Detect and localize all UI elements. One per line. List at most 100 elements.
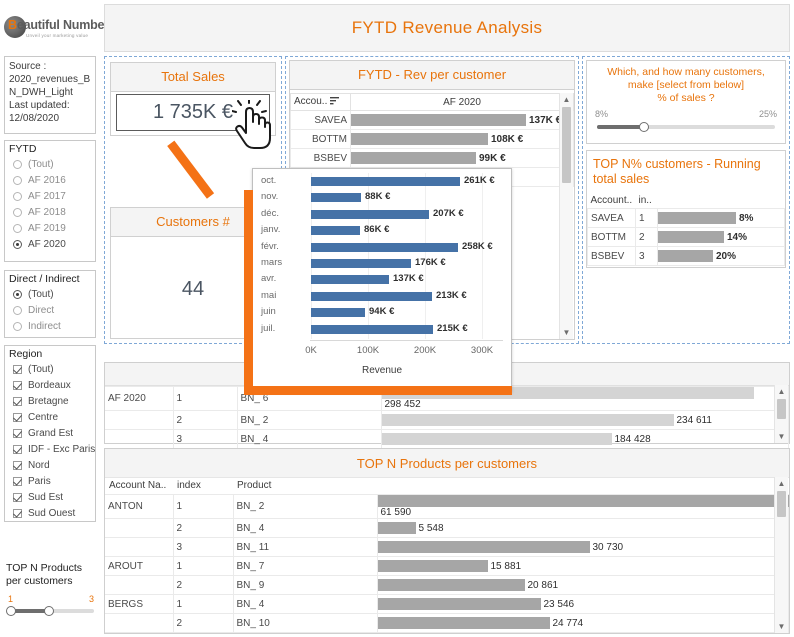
value-cell: 234 611 bbox=[380, 410, 789, 431]
table-row[interactable]: BSBEV 3 20% bbox=[587, 246, 785, 266]
index-cell: 2 bbox=[172, 613, 234, 633]
topn-products-slider[interactable]: TOP N Products per customers 1 3 bbox=[6, 562, 96, 617]
sort-icon[interactable] bbox=[330, 97, 340, 108]
table-row[interactable]: BOTTM 2 14% bbox=[587, 227, 785, 247]
slider-knob-low[interactable] bbox=[6, 606, 16, 616]
source-line: 12/08/2020 bbox=[9, 113, 60, 124]
filter-fytd-option-2019[interactable]: AF 2019 bbox=[5, 220, 95, 236]
chart-bar-row[interactable]: mai 213K € bbox=[253, 288, 511, 304]
rev-per-customer-scrollbar[interactable]: ▲ ▼ bbox=[559, 93, 573, 339]
rev-per-customer-title: FYTD - Rev per customer bbox=[290, 61, 574, 90]
bar-value: 137K € bbox=[529, 114, 562, 126]
value-cell: 23 546 bbox=[376, 594, 789, 615]
table-row[interactable]: 2 BN_ 9 20 861 bbox=[105, 575, 789, 596]
table-row[interactable]: BOTTM 108K € bbox=[290, 129, 574, 149]
filter-region-option-tout[interactable]: (Tout) bbox=[5, 361, 95, 377]
chart-bar-row[interactable]: févr. 258K € bbox=[253, 239, 511, 255]
chart-bar-row[interactable]: oct. 261K € bbox=[253, 173, 511, 189]
bottom-table-scrollbar[interactable]: ▲ ▼ bbox=[774, 477, 788, 633]
tooltip-monthly-revenue-chart: oct. 261K € nov. 88K € déc. 207K € janv.… bbox=[252, 168, 512, 392]
pct-slider-track[interactable] bbox=[595, 121, 777, 133]
bar-value: 99K € bbox=[479, 152, 506, 164]
col-account-header: Account Na.. bbox=[109, 480, 167, 491]
table-row[interactable]: ANTON 1 BN_ 2 61 590 bbox=[105, 494, 789, 520]
chart-bar-row[interactable]: déc. 207K € bbox=[253, 206, 511, 222]
filter-direct-option-tout[interactable]: (Tout) bbox=[5, 286, 95, 302]
chart-bar-row[interactable]: janv. 86K € bbox=[253, 222, 511, 238]
table-row[interactable]: 2 BN_ 4 5 548 bbox=[105, 518, 789, 539]
topn-slider-track[interactable] bbox=[6, 605, 96, 617]
dashboard-header: FYTD Revenue Analysis bbox=[104, 4, 790, 52]
account-cell bbox=[105, 613, 174, 633]
index-cell: 2 bbox=[635, 227, 658, 247]
table-row[interactable]: AROUT 1 BN_ 7 15 881 bbox=[105, 556, 789, 577]
filter-fytd-option-tout[interactable]: (Tout) bbox=[5, 156, 95, 172]
scroll-thumb[interactable] bbox=[777, 399, 786, 419]
table-row[interactable]: SAVEA 1 8% bbox=[587, 208, 785, 228]
value-cell: 30 730 bbox=[376, 537, 789, 558]
scroll-down-icon[interactable]: ▼ bbox=[560, 326, 573, 339]
filter-direct-option-indirect[interactable]: Indirect bbox=[5, 318, 95, 334]
filter-fytd-option-2018[interactable]: AF 2018 bbox=[5, 204, 95, 220]
filter-fytd-option-2017[interactable]: AF 2017 bbox=[5, 188, 95, 204]
filter-region-option-bretagne[interactable]: Bretagne bbox=[5, 393, 95, 409]
scroll-up-icon[interactable]: ▲ bbox=[560, 93, 573, 106]
filter-fytd-option-2016[interactable]: AF 2016 bbox=[5, 172, 95, 188]
dashboard-root: Beautiful Numbers Unveil your marketing … bbox=[0, 0, 794, 637]
table-row[interactable]: SAVEA 137K € bbox=[290, 110, 574, 130]
topn-slider-title-line1: TOP N Products bbox=[6, 562, 83, 574]
scroll-up-icon[interactable]: ▲ bbox=[775, 477, 788, 490]
pct-slider-knob[interactable] bbox=[639, 122, 649, 132]
scroll-thumb[interactable] bbox=[562, 107, 571, 183]
source-line: Last updated: bbox=[9, 100, 70, 111]
chart-bar-row[interactable]: juin 94K € bbox=[253, 304, 511, 320]
filter-region-option-centre[interactable]: Centre bbox=[5, 409, 95, 425]
table-row[interactable]: BSBEV 99K € bbox=[290, 148, 574, 168]
option-label: (Tout) bbox=[28, 158, 54, 170]
product-cell: BN_ 4 bbox=[232, 594, 378, 615]
bar bbox=[377, 522, 416, 535]
col-account-header[interactable]: Accou.. bbox=[290, 93, 351, 111]
filter-region-option-nord[interactable]: Nord bbox=[5, 457, 95, 473]
slider-knob-high[interactable] bbox=[44, 606, 54, 616]
bar bbox=[377, 541, 590, 554]
chart-bar-row[interactable]: mars 176K € bbox=[253, 255, 511, 271]
bar bbox=[311, 209, 429, 219]
filter-fytd-option-2020[interactable]: AF 2020 bbox=[5, 236, 95, 252]
brand-name-rest: eautiful Numbers bbox=[16, 18, 116, 32]
radio-icon-selected bbox=[13, 239, 22, 249]
filter-region-option-idf[interactable]: IDF - Exc Paris bbox=[5, 441, 95, 457]
chart-bar-row[interactable]: avr. 137K € bbox=[253, 271, 511, 287]
filter-region-option-grand-est[interactable]: Grand Est bbox=[5, 425, 95, 441]
mid-table-scrollbar[interactable]: ▲ ▼ bbox=[774, 385, 788, 443]
scroll-up-icon[interactable]: ▲ bbox=[775, 385, 788, 398]
filter-region-option-bordeaux[interactable]: Bordeaux bbox=[5, 377, 95, 393]
category-label: mars bbox=[261, 256, 283, 268]
brand-logo: Beautiful Numbers Unveil your marketing … bbox=[2, 12, 116, 44]
table-row[interactable]: BERGS 1 BN_ 4 23 546 bbox=[105, 594, 789, 615]
table-row[interactable]: 2 BN_ 2 234 611 bbox=[105, 410, 789, 431]
pointer-line-horizontal bbox=[244, 386, 512, 395]
category-label: nov. bbox=[261, 191, 279, 203]
product-cell: BN_ 9 bbox=[232, 575, 378, 596]
table-row[interactable]: 3 BN_ 4 184 428 bbox=[105, 429, 789, 450]
filter-region-option-paris[interactable]: Paris bbox=[5, 473, 95, 489]
col-index-header: in.. bbox=[635, 193, 658, 209]
filter-region-option-sud-est[interactable]: Sud Est bbox=[5, 489, 95, 505]
table-row[interactable]: 2 BN_ 10 24 774 bbox=[105, 613, 789, 633]
chart-bar-row[interactable]: nov. 88K € bbox=[253, 189, 511, 205]
pct-slider-scale: 8% 25% bbox=[587, 105, 785, 119]
value-cell: 61 590 bbox=[376, 494, 789, 520]
bar bbox=[658, 231, 724, 243]
chart-x-axis-label: Revenue bbox=[361, 365, 403, 376]
scroll-down-icon[interactable]: ▼ bbox=[775, 430, 788, 443]
product-cell: BN_ 4 bbox=[232, 518, 378, 539]
chart-bar-row[interactable]: juil. 215K € bbox=[253, 321, 511, 337]
filter-region-option-sud-ouest[interactable]: Sud Ouest bbox=[5, 505, 95, 521]
filter-direct-option-direct[interactable]: Direct bbox=[5, 302, 95, 318]
scroll-down-icon[interactable]: ▼ bbox=[775, 620, 788, 633]
scroll-thumb[interactable] bbox=[777, 491, 786, 517]
table-header-row: Account.. in.. bbox=[587, 193, 785, 209]
product-cell: BN_ 4 bbox=[236, 429, 382, 450]
table-row[interactable]: 3 BN_ 11 30 730 bbox=[105, 537, 789, 558]
